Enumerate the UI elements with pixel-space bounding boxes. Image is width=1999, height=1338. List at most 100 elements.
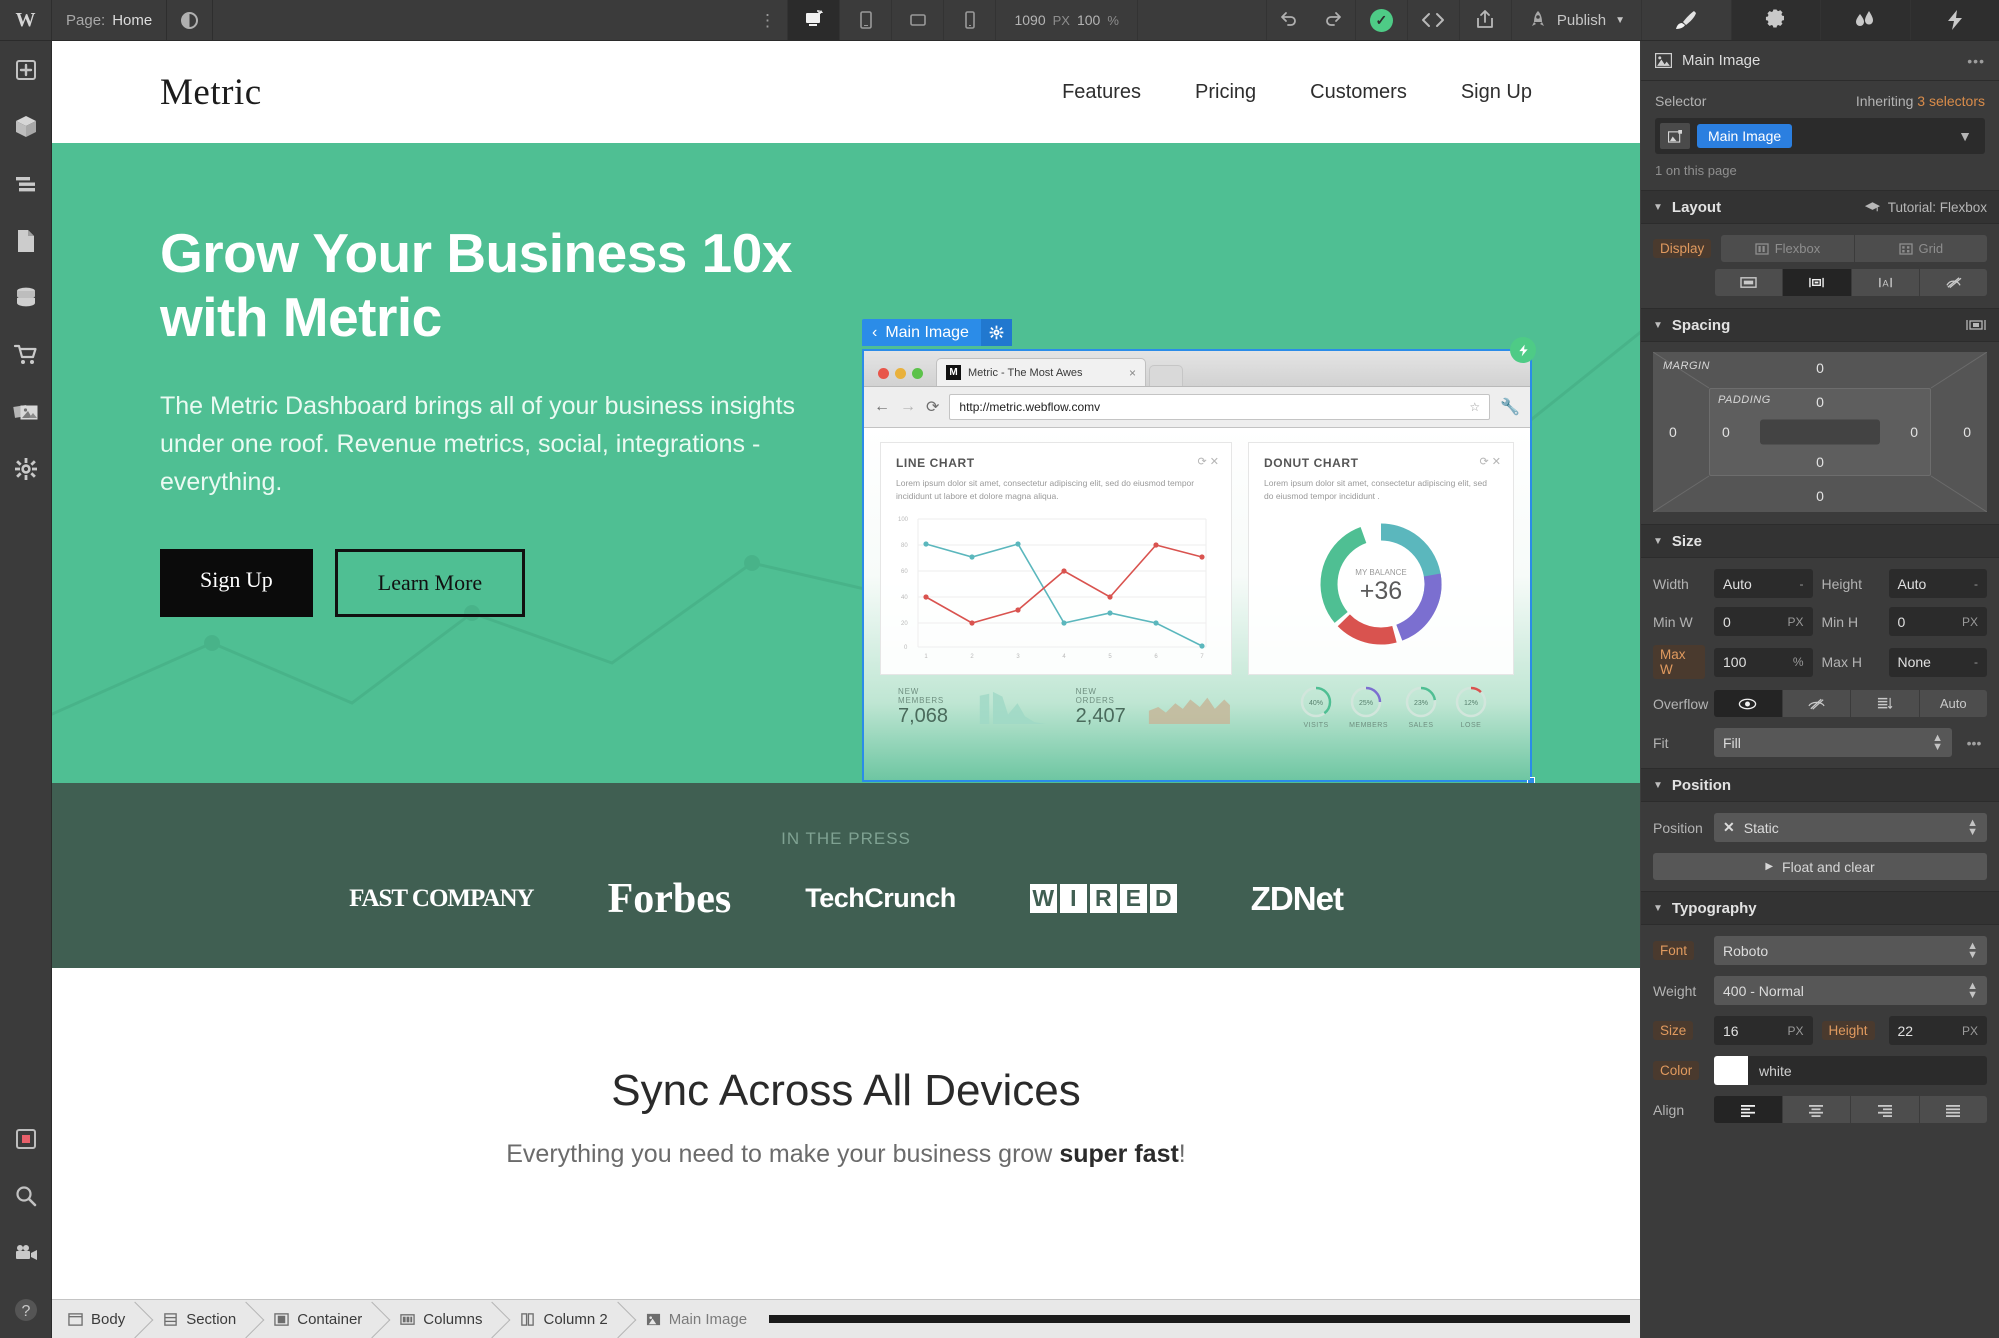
selector-class-chip[interactable]: Main Image — [1697, 124, 1793, 148]
position-section-header[interactable]: ▼ Position — [1641, 768, 1999, 802]
viewport-desktop[interactable] — [787, 0, 840, 40]
margin-left-value[interactable]: 0 — [1669, 424, 1677, 440]
canvas-size-indicator[interactable]: 1090 PX 100 % — [995, 0, 1138, 40]
min-height-input[interactable]: 0 PX — [1888, 607, 1987, 636]
spacing-section-header[interactable]: ▼ Spacing — [1641, 308, 1999, 342]
breadcrumb-item-body[interactable]: Body — [52, 1300, 147, 1338]
site-logo[interactable]: Metric — [160, 71, 262, 114]
sidebar-item-ecommerce[interactable] — [0, 326, 51, 383]
maximize-dot[interactable] — [912, 368, 923, 379]
sidebar-item-pages[interactable] — [0, 212, 51, 269]
minimize-dot[interactable] — [895, 368, 906, 379]
press-section[interactable]: IN THE PRESS FAST COMPANY Forbes TechCru… — [52, 783, 1640, 968]
overflow-visible-option[interactable] — [1714, 690, 1783, 717]
display-none-option[interactable] — [1919, 269, 1987, 296]
margin-top-value[interactable]: 0 — [1816, 360, 1824, 376]
chevron-down-icon[interactable]: ▼ — [1653, 903, 1663, 914]
spacing-reset-icon[interactable] — [1965, 317, 1987, 333]
sidebar-item-add-elements[interactable] — [0, 41, 51, 98]
tab-settings-panel[interactable] — [1730, 0, 1820, 40]
fit-select[interactable]: Fill ▲ ▼ — [1714, 728, 1952, 757]
display-inline-block-option[interactable] — [1783, 269, 1852, 296]
margin-bottom-value[interactable]: 0 — [1816, 488, 1824, 504]
color-swatch[interactable] — [1714, 1056, 1748, 1085]
min-width-input[interactable]: 0 PX — [1714, 607, 1813, 636]
undo-button[interactable] — [1267, 0, 1311, 40]
horizontal-scrollbar[interactable] — [769, 1315, 1630, 1323]
viewport-tablet[interactable] — [839, 0, 891, 40]
sync-section[interactable]: Sync Across All Devices Everything you n… — [52, 968, 1640, 1169]
padding-right-value[interactable]: 0 — [1910, 424, 1918, 440]
main-image-selection[interactable]: ‹ Main Image M Metric - The Most Awes × … — [862, 319, 1536, 783]
position-select[interactable]: ✕ Static ▲ ▼ — [1714, 813, 1987, 842]
margin-right-value[interactable]: 0 — [1963, 424, 1971, 440]
selector-field[interactable]: Main Image ▼ — [1655, 118, 1985, 154]
preview-toggle[interactable] — [167, 0, 214, 40]
font-size-label[interactable]: Size — [1653, 1021, 1694, 1040]
display-inline-option[interactable]: A — [1851, 269, 1920, 296]
max-width-input[interactable]: 100 % — [1714, 647, 1813, 677]
max-width-label[interactable]: Max W — [1653, 645, 1705, 679]
sidebar-item-navigator[interactable] — [0, 155, 51, 212]
nav-link-customers[interactable]: Customers — [1310, 81, 1407, 104]
sidebar-item-audit[interactable] — [0, 1110, 51, 1167]
selection-settings-button[interactable] — [980, 319, 1012, 346]
breadcrumb-item-column-2[interactable]: Column 2 — [504, 1300, 629, 1338]
breadcrumb-item-columns[interactable]: Columns — [384, 1300, 504, 1338]
width-input[interactable]: Auto - — [1714, 569, 1813, 598]
tab-style-panel[interactable] — [1641, 0, 1731, 40]
publish-button[interactable]: Publish ▼ — [1510, 0, 1641, 40]
layout-tutorial-link[interactable]: Tutorial: Flexbox — [1864, 200, 1987, 215]
card-tools[interactable]: ⟳ ✕ — [1198, 455, 1220, 468]
tab-interactions-panel[interactable] — [1820, 0, 1910, 40]
nav-link-features[interactable]: Features — [1062, 81, 1141, 104]
align-left-option[interactable] — [1714, 1096, 1783, 1123]
overflow-auto-option[interactable]: Auto — [1919, 690, 1987, 717]
line-height-input[interactable]: 22 PX — [1888, 1016, 1987, 1045]
breadcrumb-item-container[interactable]: Container — [258, 1300, 384, 1338]
toolbar-overflow-menu[interactable]: ⋮ — [747, 0, 787, 40]
layout-section-header[interactable]: ▼ Layout Tutorial: Flexbox — [1641, 190, 1999, 224]
url-bar[interactable]: http://metric.webflow.comv ☆ — [949, 394, 1491, 420]
padding-top-value[interactable]: 0 — [1816, 394, 1824, 410]
save-status-button[interactable]: ✓ — [1354, 0, 1407, 40]
height-input[interactable]: Auto - — [1888, 569, 1987, 598]
card-tools[interactable]: ⟳ ✕ — [1480, 455, 1502, 468]
font-color-label[interactable]: Color — [1653, 1061, 1700, 1080]
nav-link-signup[interactable]: Sign Up — [1461, 81, 1532, 104]
chevron-down-icon[interactable]: ▼ — [1653, 780, 1663, 791]
size-section-header[interactable]: ▼ Size — [1641, 524, 1999, 558]
arrow-right-icon[interactable]: → — [900, 398, 916, 416]
inheriting-info[interactable]: Inheriting 3 selectors — [1856, 93, 1985, 109]
display-flexbox-option[interactable]: Flexbox — [1721, 235, 1855, 262]
tab-effects-panel[interactable] — [1909, 0, 1999, 40]
hero-learnmore-button[interactable]: Learn More — [334, 549, 526, 617]
align-justify-option[interactable] — [1919, 1096, 1987, 1123]
sidebar-item-video-tutorials[interactable] — [0, 1224, 51, 1281]
sidebar-item-cms[interactable] — [0, 269, 51, 326]
display-label[interactable]: Display — [1653, 239, 1712, 258]
viewport-mobile-landscape[interactable] — [891, 0, 943, 40]
breadcrumb-item-main-image[interactable]: Main Image — [630, 1300, 769, 1338]
share-button[interactable] — [1458, 0, 1511, 40]
align-center-option[interactable] — [1782, 1096, 1851, 1123]
font-select[interactable]: Roboto ▲ ▼ — [1714, 936, 1987, 965]
font-size-input[interactable]: 16 PX — [1714, 1016, 1813, 1045]
wrench-icon[interactable]: 🔧 — [1500, 397, 1520, 417]
selection-label-badge[interactable]: ‹ Main Image — [862, 319, 1012, 346]
sidebar-item-assets[interactable] — [0, 383, 51, 440]
fit-more-icon[interactable]: ••• — [1961, 735, 1987, 751]
padding-bottom-value[interactable]: 0 — [1816, 454, 1824, 470]
max-height-input[interactable]: None - — [1888, 647, 1987, 677]
align-right-option[interactable] — [1851, 1096, 1920, 1123]
interaction-bolt-badge[interactable] — [1510, 337, 1536, 363]
font-color-field[interactable]: white — [1714, 1056, 1987, 1085]
design-canvas[interactable]: Metric Features Pricing Customers Sign U… — [52, 41, 1640, 1299]
weight-select[interactable]: 400 - Normal ▲ ▼ — [1714, 976, 1987, 1005]
chevron-down-icon[interactable]: ▼ — [1653, 536, 1663, 547]
page-indicator[interactable]: Page: Home — [52, 0, 168, 40]
code-export-button[interactable] — [1406, 0, 1459, 40]
sidebar-item-help[interactable]: ? — [0, 1281, 51, 1338]
padding-left-value[interactable]: 0 — [1722, 424, 1730, 440]
site-navbar[interactable]: Metric Features Pricing Customers Sign U… — [52, 41, 1640, 143]
